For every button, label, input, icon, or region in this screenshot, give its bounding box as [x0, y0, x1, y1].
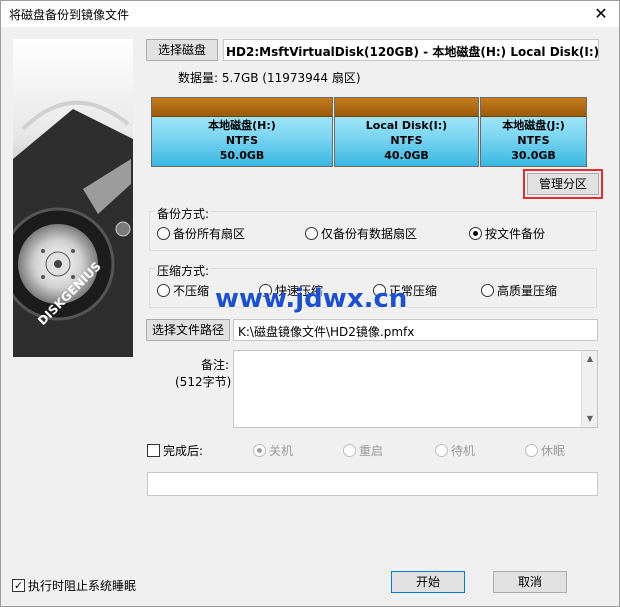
- note-textarea[interactable]: [233, 350, 598, 428]
- scroll-up-icon[interactable]: ▲: [582, 351, 598, 367]
- partition-block-j[interactable]: 本地磁盘(J:) NTFS 30.0GB: [480, 97, 587, 167]
- select-file-path-button[interactable]: 选择文件路径: [146, 319, 230, 341]
- radio-label: 关机: [269, 444, 294, 458]
- after-complete-checkbox[interactable]: 完成后:: [147, 442, 203, 459]
- radio-selected-icon: [469, 227, 482, 240]
- select-disk-button[interactable]: 选择磁盘: [146, 39, 218, 61]
- start-button[interactable]: 开始: [391, 571, 465, 593]
- radio-icon: [525, 444, 538, 457]
- title-bar: 将磁盘备份到镜像文件 ✕: [1, 1, 619, 27]
- partition-fs: NTFS: [517, 134, 550, 147]
- note-scrollbar[interactable]: ▲ ▼: [581, 351, 597, 427]
- radio-standby[interactable]: 待机: [435, 442, 475, 459]
- radio-label: 备份所有扇区: [173, 227, 246, 241]
- backup-mode-title: 备份方式:: [155, 205, 212, 222]
- note-label: 备注:: [201, 358, 230, 372]
- partition-size: 40.0GB: [384, 149, 429, 162]
- radio-icon: [157, 284, 170, 297]
- radio-all-sectors[interactable]: 备份所有扇区: [157, 225, 245, 242]
- radio-icon: [343, 444, 356, 457]
- radio-label: 不压缩: [173, 284, 210, 298]
- progress-bar: [147, 472, 598, 496]
- partition-fs: NTFS: [390, 134, 423, 147]
- data-size-text: 数据量: 5.7GB (11973944 扇区): [178, 71, 361, 85]
- radio-data-sectors[interactable]: 仅备份有数据扇区: [305, 225, 417, 242]
- hard-disk-illustration: [13, 100, 133, 357]
- cancel-button[interactable]: 取消: [493, 571, 567, 593]
- checkbox-label: 完成后:: [163, 444, 204, 458]
- partition-label: 本地磁盘(H:): [208, 119, 276, 132]
- selected-disk-name: HD2:MsftVirtualDisk(120GB) - 本地磁盘(H:) Lo…: [223, 39, 599, 61]
- partition-label: 本地磁盘(J:): [502, 119, 565, 132]
- watermark-text: www.jdwx.cn: [215, 284, 408, 314]
- scroll-down-icon[interactable]: ▼: [582, 411, 598, 427]
- radio-file-backup[interactable]: 按文件备份: [469, 225, 545, 242]
- radio-label: 仅备份有数据扇区: [321, 227, 418, 241]
- partition-label: Local Disk(I:): [365, 119, 448, 132]
- checkbox-icon: [147, 444, 160, 457]
- radio-icon: [435, 444, 448, 457]
- compress-mode-title: 压缩方式:: [155, 262, 212, 279]
- radio-restart[interactable]: 重启: [343, 442, 383, 459]
- radio-high-compress[interactable]: 高质量压缩: [481, 282, 557, 299]
- diskgenius-side-image: DISKGENIUS: [13, 39, 133, 357]
- radio-label: 待机: [451, 444, 476, 458]
- radio-label: 高质量压缩: [497, 284, 558, 298]
- radio-icon: [157, 227, 170, 240]
- radio-label: 按文件备份: [485, 227, 546, 241]
- partition-size: 50.0GB: [219, 149, 265, 162]
- note-hint: (512字节): [175, 375, 232, 389]
- close-button[interactable]: ✕: [589, 3, 613, 25]
- partition-block-i[interactable]: Local Disk(I:) NTFS 40.0GB: [334, 97, 479, 167]
- radio-label: 重启: [359, 444, 384, 458]
- radio-shutdown[interactable]: 关机: [253, 442, 293, 459]
- radio-selected-icon: [253, 444, 266, 457]
- radio-hibernate[interactable]: 休眠: [525, 442, 565, 459]
- radio-icon: [481, 284, 494, 297]
- radio-icon: [305, 227, 318, 240]
- dialog-window: 将磁盘备份到镜像文件 ✕ DISKGENIUS 选择磁盘 HD2:MsftVir…: [0, 0, 620, 607]
- prevent-sleep-checkbox[interactable]: ✓ 执行时阻止系统睡眠: [12, 577, 136, 594]
- radio-no-compress[interactable]: 不压缩: [157, 282, 209, 299]
- window-title: 将磁盘备份到镜像文件: [9, 8, 130, 22]
- partition-block-h[interactable]: 本地磁盘(H:) NTFS 50.0GB: [151, 97, 333, 167]
- file-path-input[interactable]: K:\磁盘镜像文件\HD2镜像.pmfx: [233, 319, 598, 341]
- manage-partition-button[interactable]: 管理分区: [527, 173, 599, 195]
- checkmark-icon: ✓: [12, 579, 25, 592]
- checkbox-label: 执行时阻止系统睡眠: [28, 579, 137, 593]
- partition-fs: NTFS: [225, 134, 259, 147]
- radio-label: 休眠: [541, 444, 566, 458]
- partition-size: 30.0GB: [511, 149, 556, 162]
